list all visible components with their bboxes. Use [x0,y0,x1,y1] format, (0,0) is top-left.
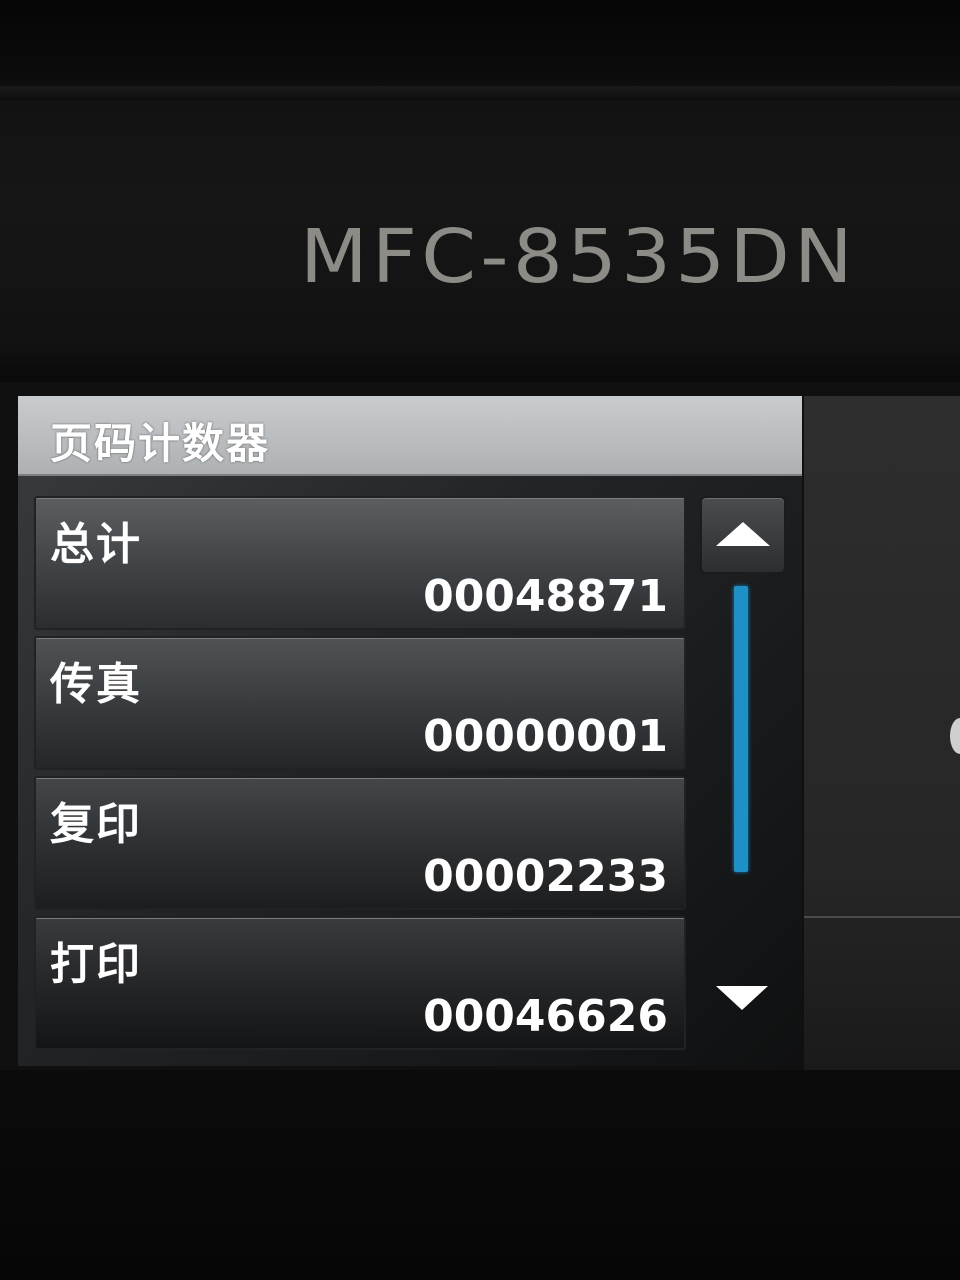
bezel-edge [0,86,960,100]
counter-row-fax[interactable]: 传真 00000001 [34,636,686,770]
counter-value: 00048871 [423,571,668,622]
triangle-up-icon [716,522,770,546]
counter-label: 复印 [50,799,142,850]
side-panel-divider [804,916,960,918]
screen-header: 页码计数器 [18,396,802,476]
counter-row-total[interactable]: 总计 00048871 [34,496,686,630]
scroll-up-button[interactable] [700,496,786,574]
scrollbar[interactable] [734,586,748,872]
counter-list: 总计 00048871 传真 00000001 复印 00002233 打印 0… [34,496,686,1056]
screen-title: 页码计数器 [50,419,271,468]
counter-value: 00046626 [423,991,668,1042]
model-label: MFC-8535DN [300,214,857,300]
counter-value: 00000001 [423,711,668,762]
counter-label: 传真 [50,659,142,710]
lcd-screen: 页码计数器 总计 00048871 传真 00000001 复印 0000223… [18,396,802,1066]
counter-row-copy[interactable]: 复印 00002233 [34,776,686,910]
triangle-down-icon [716,986,768,1010]
counter-label: 总计 [50,519,142,570]
counter-row-print[interactable]: 打印 00046626 [34,916,686,1050]
printer-lower-body [0,1070,960,1280]
side-panel [804,396,960,1072]
counter-value: 00002233 [423,851,668,902]
scroll-down-button[interactable] [706,972,778,1028]
counter-label: 打印 [50,939,142,990]
